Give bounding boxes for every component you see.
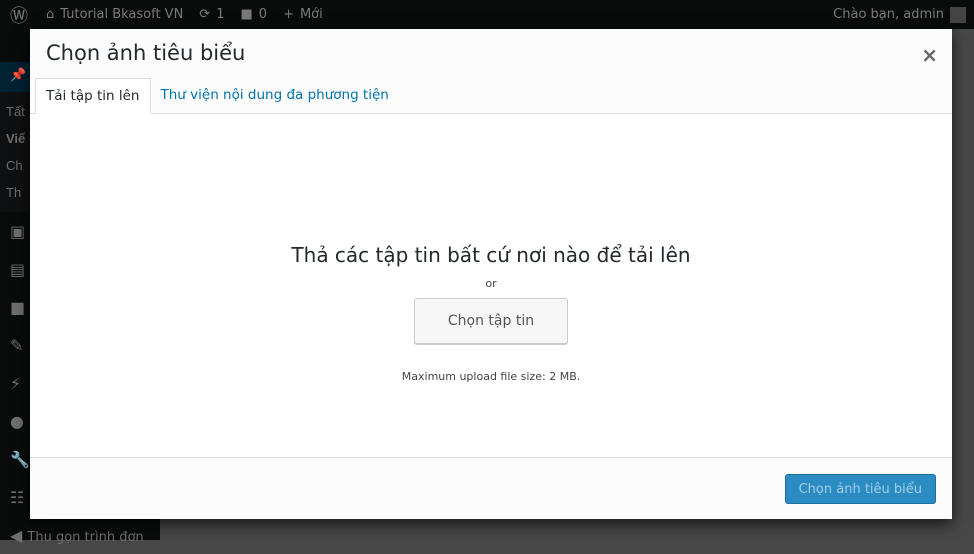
set-featured-image-button[interactable]: Chọn ảnh tiêu biểu — [784, 474, 936, 504]
tab-upload-files[interactable]: Tải tập tin lên — [35, 78, 151, 114]
updates-icon: ⟳ — [199, 7, 211, 22]
comment-icon: ■ — [240, 7, 253, 22]
modal-toolbar: Chọn ảnh tiêu biểu — [30, 457, 952, 519]
collapse-icon: ◀ — [10, 526, 23, 545]
featured-image-modal: Chọn ảnh tiêu biểu × Tải tập tin lên Thư… — [30, 29, 952, 519]
plus-icon: + — [283, 7, 294, 22]
new-content-link[interactable]: + Mới — [275, 0, 331, 29]
site-name-link[interactable]: ⌂ Tutorial Bkasoft VN — [38, 0, 191, 29]
wordpress-logo-icon[interactable]: Ⓦ — [0, 0, 38, 29]
drop-instructions: Thả các tập tin bất cứ nơi nào để tải lê… — [291, 243, 691, 267]
updates-link[interactable]: ⟳ 1 — [191, 0, 232, 29]
collapse-menu[interactable]: ◀ Thu gọn trình đơn — [0, 516, 160, 554]
comments-link[interactable]: ■ 0 — [232, 0, 275, 29]
admin-bar: Ⓦ ⌂ Tutorial Bkasoft VN ⟳ 1 ■ 0 + Mới Chào b… — [0, 0, 974, 29]
submenu-item[interactable]: Ch — [6, 158, 23, 173]
home-icon: ⌂ — [46, 7, 55, 22]
close-icon[interactable]: × — [921, 43, 938, 67]
submenu-item[interactable]: Tất — [6, 104, 25, 119]
submenu-item[interactable]: Th — [6, 185, 21, 200]
submenu-item[interactable]: Viế — [6, 131, 25, 146]
select-files-button[interactable]: Chọn tập tin — [414, 298, 568, 344]
or-label: or — [485, 277, 497, 290]
avatar — [950, 6, 966, 23]
modal-title: Chọn ảnh tiêu biểu — [46, 41, 246, 65]
tab-media-library[interactable]: Thư viện nội dung đa phương tiện — [151, 78, 399, 114]
upload-drop-zone[interactable]: Thả các tập tin bất cứ nơi nào để tải lê… — [30, 115, 952, 457]
max-upload-size: Maximum upload file size: 2 MB. — [401, 370, 581, 383]
account-link[interactable]: Chào bạn, admin — [825, 0, 974, 29]
